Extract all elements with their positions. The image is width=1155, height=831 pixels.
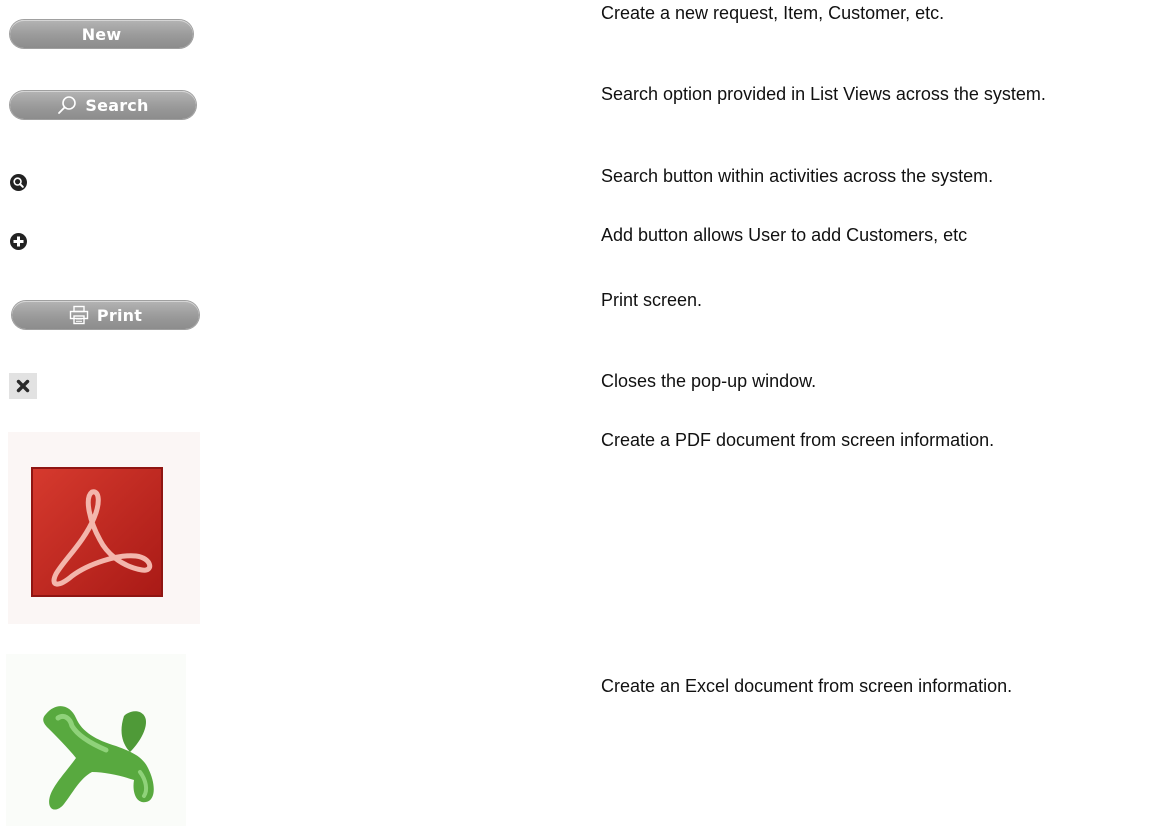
printer-icon xyxy=(69,305,89,325)
new-button[interactable]: New xyxy=(10,20,193,48)
print-description: Print screen. xyxy=(601,290,703,310)
close-icon[interactable] xyxy=(9,373,37,399)
add-description: Add button allows User to add Customers,… xyxy=(601,225,968,245)
excel-icon[interactable] xyxy=(6,654,186,826)
search-icon xyxy=(57,95,77,115)
excel-description: Create an Excel document from screen inf… xyxy=(601,676,1013,696)
pdf-icon[interactable] xyxy=(8,432,200,624)
print-button[interactable]: Print xyxy=(12,301,199,329)
magnifier-search-icon[interactable] xyxy=(10,174,27,191)
search-button-label: Search xyxy=(85,95,149,115)
close-description: Closes the pop-up window. xyxy=(601,371,817,391)
pdf-description: Create a PDF document from screen inform… xyxy=(601,430,995,450)
print-button-label: Print xyxy=(96,305,143,325)
search-description: Search option provided in List Views acr… xyxy=(601,84,1046,104)
new-description: Create a new request, Item, Customer, et… xyxy=(601,3,945,23)
search-button[interactable]: Search xyxy=(10,91,196,119)
new-button-label: New xyxy=(81,24,122,44)
add-icon[interactable] xyxy=(10,233,27,250)
magnifier-description: Search button within activities across t… xyxy=(601,166,994,186)
